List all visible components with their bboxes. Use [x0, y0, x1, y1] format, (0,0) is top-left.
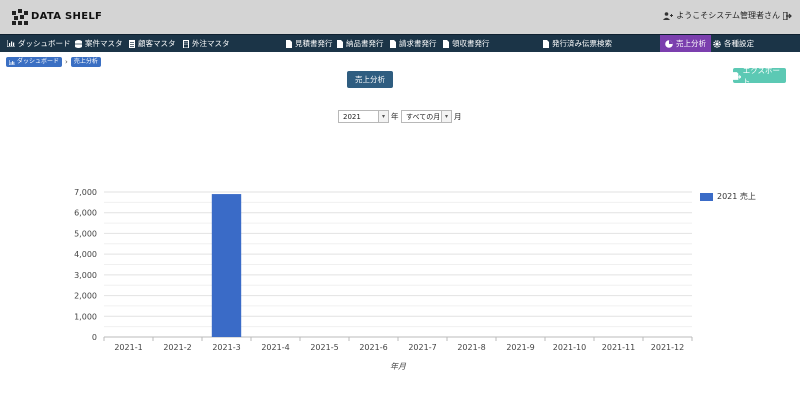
- x-tick-label: 2021-9: [506, 343, 534, 352]
- breadcrumb-current-label: 売上分析: [73, 58, 98, 65]
- chart-icon: [7, 40, 15, 47]
- export-label: エクスポート: [742, 65, 781, 86]
- breadcrumb-dashboard[interactable]: ダッシュボード: [6, 57, 63, 67]
- nav-search[interactable]: 発行済み伝票検索: [543, 35, 612, 52]
- x-tick-label: 2021-7: [408, 343, 436, 352]
- x-tick-label: 2021-2: [163, 343, 191, 352]
- pie-chart-icon: [665, 39, 673, 48]
- chevron-right-icon: ›: [65, 58, 68, 66]
- nav-projects-label: 案件マスタ: [85, 39, 123, 48]
- file-icon: [443, 39, 449, 48]
- chart-icon: [9, 59, 15, 65]
- file-icon: [543, 39, 549, 48]
- top-header: DATA SHELF ようこそシステム管理者さん: [0, 0, 800, 34]
- gear-icon: [713, 39, 721, 48]
- nav-invoice[interactable]: 請求書発行: [390, 35, 437, 52]
- nav-sales-analysis[interactable]: 売上分析: [660, 35, 711, 52]
- nav-customers[interactable]: 顧客マスタ: [129, 35, 176, 52]
- chevron-down-icon: ▾: [441, 111, 451, 122]
- x-axis-label: 年月: [390, 362, 407, 371]
- x-tick-label: 2021-3: [212, 343, 240, 352]
- nav-settings[interactable]: 各種設定: [713, 35, 754, 52]
- database-icon: [75, 39, 82, 48]
- y-tick-label: 4,000: [74, 250, 97, 259]
- x-tick-label: 2021-11: [602, 343, 635, 352]
- logo-icon: [12, 9, 28, 25]
- nav-sales-label: 売上分析: [676, 39, 706, 48]
- nav-delivery-label: 納品書発行: [346, 39, 384, 48]
- export-button[interactable]: エクスポート: [733, 66, 786, 86]
- sales-bar-chart: 0 1,000 2,000 3,000 4,000 5,000 6,000 7,000 2021…: [74, 188, 693, 371]
- chart-legend: 2021 売上: [700, 191, 756, 202]
- nav-invoice-label: 請求書発行: [399, 39, 437, 48]
- x-tick-label: 2021-4: [261, 343, 289, 352]
- breadcrumb-dashboard-label: ダッシュボード: [17, 58, 60, 65]
- nav-estimate-label: 見積書発行: [295, 39, 333, 48]
- nav-outsourcing[interactable]: 外注マスタ: [183, 35, 230, 52]
- nav-dashboard-label: ダッシュボード: [18, 39, 71, 48]
- y-tick-label: 3,000: [74, 271, 97, 280]
- bar: [211, 194, 242, 337]
- file-export-icon: [733, 71, 741, 80]
- y-tick-label: 2,000: [74, 292, 97, 301]
- file-icon: [337, 39, 343, 48]
- legend-label: 2021 売上: [717, 192, 756, 201]
- document-icon: [129, 39, 135, 48]
- user-add-icon: [663, 11, 674, 20]
- x-tick-label: 2021-5: [310, 343, 338, 352]
- x-tick-label: 2021-8: [457, 343, 485, 352]
- nav-search-label: 発行済み伝票検索: [552, 39, 612, 48]
- month-select-value: すべての月: [406, 113, 441, 121]
- nav-receipt[interactable]: 領収書発行: [443, 35, 490, 52]
- nav-customers-label: 顧客マスタ: [138, 39, 176, 48]
- file-icon: [286, 39, 292, 48]
- x-tick-label: 2021-6: [359, 343, 387, 352]
- nav-settings-label: 各種設定: [724, 39, 754, 48]
- y-tick-label: 6,000: [74, 209, 97, 218]
- y-tick-label: 7,000: [74, 188, 97, 197]
- year-select-value: 2021: [343, 113, 361, 121]
- y-tick-label: 0: [92, 333, 97, 342]
- user-menu[interactable]: ようこそシステム管理者さん: [663, 10, 792, 21]
- brand-name: DATA SHELF: [31, 11, 103, 22]
- x-tick-label: 2021-10: [553, 343, 586, 352]
- month-select[interactable]: すべての月 ▾: [401, 110, 452, 123]
- page-title: 売上分析: [347, 71, 393, 88]
- nav-estimate[interactable]: 見積書発行: [286, 35, 333, 52]
- year-select[interactable]: 2021 ▾: [338, 110, 389, 123]
- file-icon: [390, 39, 396, 48]
- logout-icon[interactable]: [783, 11, 792, 20]
- month-unit-label: 月: [454, 112, 462, 121]
- nav-delivery[interactable]: 納品書発行: [337, 35, 384, 52]
- chevron-down-icon: ▾: [378, 111, 388, 122]
- nav-projects[interactable]: 案件マスタ: [75, 35, 123, 52]
- legend-swatch: [700, 192, 713, 201]
- nav-dashboard[interactable]: ダッシュボード: [7, 35, 71, 52]
- nav-receipt-label: 領収書発行: [452, 39, 490, 48]
- y-tick-label: 1,000: [74, 312, 97, 321]
- nav-outsourcing-label: 外注マスタ: [192, 39, 230, 48]
- building-icon: [183, 39, 189, 48]
- x-tick-label: 2021-1: [114, 343, 142, 352]
- breadcrumb-current: 売上分析: [70, 57, 101, 67]
- welcome-text: ようこそシステム管理者さん: [676, 11, 780, 20]
- y-tick-label: 5,000: [74, 229, 97, 238]
- breadcrumb: ダッシュボード › 売上分析: [6, 57, 101, 67]
- x-tick-label: 2021-12: [651, 343, 684, 352]
- year-unit-label: 年: [391, 112, 399, 121]
- main-nav: ダッシュボード 案件マスタ 顧客マスタ 外注マスタ 見積書発行 納品書発行 請求…: [0, 34, 800, 52]
